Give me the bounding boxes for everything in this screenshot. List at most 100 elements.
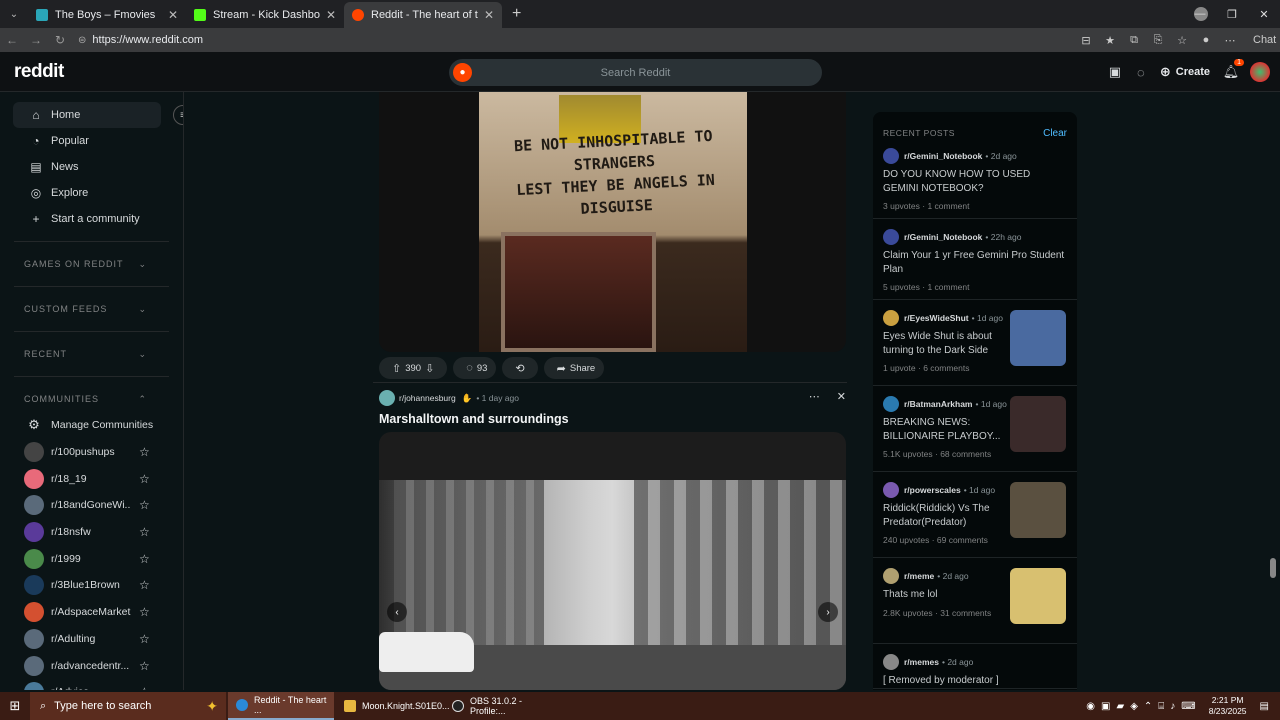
refresh-icon[interactable]: ↻ bbox=[48, 33, 72, 47]
extensions-icon[interactable]: ⧉ bbox=[1122, 34, 1146, 47]
copilot-chat-button[interactable]: Chat bbox=[1248, 33, 1276, 47]
url-input[interactable]: ⊜ https://www.reddit.com bbox=[78, 30, 1074, 50]
taskbar-search[interactable]: ⌕ Type here to search ✦ bbox=[30, 692, 226, 720]
post-image[interactable]: ‹ › bbox=[379, 432, 846, 690]
minimize-icon[interactable]: — bbox=[1184, 8, 1216, 20]
close-tab-icon[interactable]: ✕ bbox=[484, 8, 494, 22]
close-tab-icon[interactable]: ✕ bbox=[326, 8, 336, 22]
community-item[interactable]: r/AdspaceMarket ☆ bbox=[0, 599, 183, 626]
chat-icon[interactable]: ◌ bbox=[1128, 65, 1154, 80]
carousel-prev-icon[interactable]: ‹ bbox=[387, 602, 407, 622]
recent-post-subreddit[interactable]: r/EyesWideShut bbox=[904, 313, 969, 323]
collections-icon[interactable]: ⎘ bbox=[1146, 34, 1170, 47]
page-scrollbar[interactable] bbox=[1266, 92, 1280, 690]
nav-explore[interactable]: ◎ Explore bbox=[13, 180, 161, 206]
favorite-star-icon[interactable]: ☆ bbox=[139, 552, 150, 566]
scrollbar-thumb[interactable] bbox=[1270, 558, 1276, 578]
favorite-star-icon[interactable]: ☆ bbox=[139, 498, 150, 512]
more-options-icon[interactable]: ⋯ bbox=[1218, 34, 1242, 47]
nav-popular[interactable]: ◔ Popular bbox=[13, 128, 161, 154]
recent-post-item[interactable]: r/meme • 2d ago Thats me lol 2.8K upvotes ·… bbox=[873, 558, 1077, 644]
community-item[interactable]: r/18_19 ☆ bbox=[0, 465, 183, 492]
task-moonknight[interactable]: Moon.Knight.S01E0... bbox=[336, 692, 450, 720]
volume-icon[interactable]: ♪ bbox=[1170, 701, 1175, 712]
tab-kick[interactable]: Stream - Kick Dashboard ✕ bbox=[186, 2, 344, 28]
community-item[interactable]: r/18andGoneWi... ☆ bbox=[0, 492, 183, 519]
comments-button[interactable]: ◌ 93 bbox=[453, 357, 497, 379]
section-communities[interactable]: COMMUNITIES ⌃ bbox=[0, 386, 183, 412]
windows-start-icon[interactable]: ⊞ bbox=[0, 698, 30, 714]
recent-post-title[interactable]: [ Removed by moderator ] bbox=[883, 674, 1067, 688]
recent-post-subreddit[interactable]: r/Gemini_Notebook bbox=[904, 232, 982, 242]
app-tray-icon[interactable]: ◈ bbox=[1130, 701, 1138, 712]
community-item[interactable]: r/advancedentr... ☆ bbox=[0, 652, 183, 679]
recent-post-title[interactable]: DO YOU KNOW HOW TO USED GEMINI NOTEBOOK? bbox=[883, 168, 1067, 195]
carousel-next-icon[interactable]: › bbox=[818, 602, 838, 622]
community-item[interactable]: r/Adulting ☆ bbox=[0, 626, 183, 653]
nav-news[interactable]: ▤ News bbox=[13, 154, 161, 180]
recent-post-item[interactable]: r/Gemini_Notebook • 2d ago DO YOU KNOW HOW… bbox=[873, 142, 1077, 219]
recent-post-subreddit[interactable]: r/powerscales bbox=[904, 485, 961, 495]
section-custom-feeds[interactable]: CUSTOM FEEDS ⌄ bbox=[0, 296, 183, 322]
tab-reddit[interactable]: Reddit - The heart of the internet ✕ bbox=[344, 2, 502, 28]
section-recent[interactable]: RECENT ⌄ bbox=[0, 341, 183, 367]
community-item[interactable]: r/Advice ☆ bbox=[0, 679, 183, 690]
recent-post-subreddit[interactable]: r/BatmanArkham bbox=[904, 399, 973, 409]
recent-post-thumbnail[interactable] bbox=[1010, 482, 1066, 538]
task-obs[interactable]: OBS 31.0.2 - Profile:... bbox=[444, 692, 550, 720]
recent-post-title[interactable]: Claim Your 1 yr Free Gemini Pro Student … bbox=[883, 249, 1067, 276]
tray-chevron-icon[interactable]: ⌃ bbox=[1144, 701, 1152, 712]
close-icon[interactable]: ✕ bbox=[837, 391, 846, 403]
favorite-star-icon[interactable]: ☆ bbox=[139, 578, 150, 592]
maximize-icon[interactable]: ❐ bbox=[1216, 8, 1248, 21]
recent-post-thumbnail[interactable] bbox=[1010, 310, 1066, 366]
nvidia-icon[interactable]: ▰ bbox=[1116, 701, 1124, 712]
app-tray-icon[interactable]: ▣ bbox=[1101, 701, 1110, 712]
subreddit-avatar[interactable] bbox=[379, 390, 395, 406]
nav-start-community[interactable]: + Start a community bbox=[13, 206, 161, 232]
recent-post-item[interactable]: r/EyesWideShut • 1d ago Eyes Wide Shut is … bbox=[873, 300, 1077, 386]
favorite-star-icon[interactable]: ★ bbox=[1098, 34, 1122, 47]
post-title[interactable]: Marshalltown and surroundings bbox=[379, 412, 569, 426]
advertise-icon[interactable]: ▣ bbox=[1102, 64, 1128, 80]
notification-center-icon[interactable]: ▤ bbox=[1260, 701, 1269, 712]
favorite-star-icon[interactable]: ☆ bbox=[139, 685, 150, 690]
favorite-star-icon[interactable]: ☆ bbox=[139, 632, 150, 646]
recent-post-item[interactable]: r/powerscales • 1d ago Riddick(Riddick) Vs… bbox=[873, 472, 1077, 558]
recent-post-item[interactable]: r/BatmanArkham • 1d ago BREAKING NEWS: BIL… bbox=[873, 386, 1077, 472]
language-icon[interactable]: ⌨ bbox=[1181, 701, 1195, 712]
recent-post-thumbnail[interactable] bbox=[1010, 568, 1066, 624]
favorite-star-icon[interactable]: ☆ bbox=[139, 525, 150, 539]
close-tab-icon[interactable]: ✕ bbox=[168, 8, 178, 22]
recent-post-thumbnail[interactable] bbox=[1010, 396, 1066, 452]
close-window-icon[interactable]: ✕ bbox=[1248, 8, 1280, 21]
favorite-star-icon[interactable]: ☆ bbox=[139, 605, 150, 619]
browser-profile-icon[interactable]: ● bbox=[1194, 34, 1218, 46]
recent-post-title[interactable]: Eyes Wide Shut is about turning to the D… bbox=[883, 330, 1003, 357]
notifications-icon[interactable]: 🔔︎ 1 bbox=[1218, 59, 1244, 80]
create-button[interactable]: ⊕ Create bbox=[1160, 64, 1210, 80]
tab-fmovies[interactable]: The Boys – Fmovies ✕ bbox=[28, 2, 186, 28]
nav-home[interactable]: ⌂ Home bbox=[13, 102, 161, 128]
recent-post-item[interactable]: r/memes • 2d ago [ Removed by moderator ] bbox=[873, 644, 1077, 689]
subreddit-link[interactable]: r/johannesburg bbox=[399, 393, 456, 403]
community-item[interactable]: r/18nsfw ☆ bbox=[0, 519, 183, 546]
clear-button[interactable]: Clear bbox=[1043, 128, 1067, 139]
share-button[interactable]: ➦ Share bbox=[543, 357, 605, 379]
crosspost-button[interactable]: ⟲ bbox=[502, 357, 538, 379]
recent-post-subreddit[interactable]: r/meme bbox=[904, 571, 934, 581]
manage-communities[interactable]: ⚙ Manage Communities bbox=[0, 412, 183, 439]
recent-post-subreddit[interactable]: r/Gemini_Notebook bbox=[904, 151, 982, 161]
favorite-star-icon[interactable]: ☆ bbox=[139, 659, 150, 673]
recent-post-title[interactable]: Riddick(Riddick) Vs The Predator(Predato… bbox=[883, 502, 1003, 529]
back-icon[interactable]: ← bbox=[0, 33, 24, 47]
user-avatar[interactable] bbox=[1250, 62, 1270, 82]
section-games[interactable]: GAMES ON REDDIT ⌄ bbox=[0, 251, 183, 277]
recent-post-item[interactable]: r/Gemini_Notebook • 22h ago Claim Your 1 y… bbox=[873, 219, 1077, 300]
split-screen-icon[interactable]: ⊟ bbox=[1074, 34, 1098, 47]
site-info-icon[interactable]: ⊜ bbox=[78, 35, 86, 46]
whatsapp-icon[interactable]: ◉ bbox=[1086, 701, 1095, 712]
forward-icon[interactable]: → bbox=[24, 33, 48, 47]
clock[interactable]: 2:21 PM 8/23/2025 bbox=[1209, 695, 1247, 717]
task-reddit[interactable]: Reddit - The heart ... bbox=[228, 692, 334, 720]
